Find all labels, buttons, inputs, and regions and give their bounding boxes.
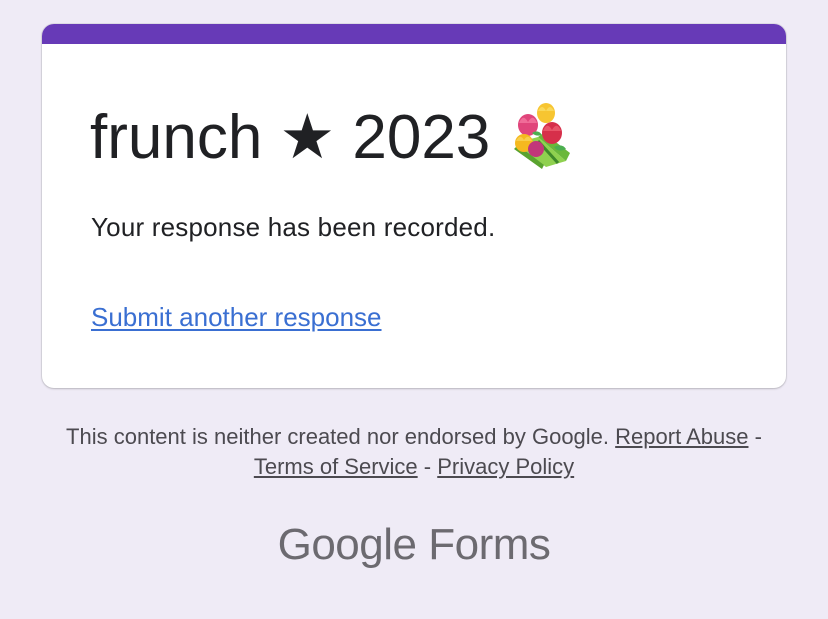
confirmation-card: frunch ★ 2023 Your response has been rec…: [42, 24, 786, 388]
terms-of-service-link[interactable]: Terms of Service: [254, 454, 418, 479]
logo-brand: Google: [277, 520, 417, 569]
form-title: frunch ★ 2023: [90, 103, 491, 172]
confirmation-message: Your response has been recorded.: [91, 212, 496, 242]
separator: -: [754, 424, 762, 449]
google-forms-logo[interactable]: Google Forms: [0, 520, 828, 570]
card-accent-bar: [42, 24, 786, 44]
form-title-row: frunch ★ 2023: [90, 102, 574, 174]
footer-disclaimer: This content is neither created nor endo…: [40, 422, 788, 482]
form-confirmation-page: frunch ★ 2023 Your response has been rec…: [0, 0, 828, 619]
disclaimer-text: This content is neither created nor endo…: [66, 424, 610, 449]
report-abuse-link[interactable]: Report Abuse: [615, 424, 748, 449]
logo-product: Forms: [428, 520, 551, 569]
submit-another-response-link[interactable]: Submit another response: [91, 302, 382, 333]
bouquet-icon: [514, 103, 571, 169]
privacy-policy-link[interactable]: Privacy Policy: [437, 454, 574, 479]
separator: -: [423, 454, 432, 479]
